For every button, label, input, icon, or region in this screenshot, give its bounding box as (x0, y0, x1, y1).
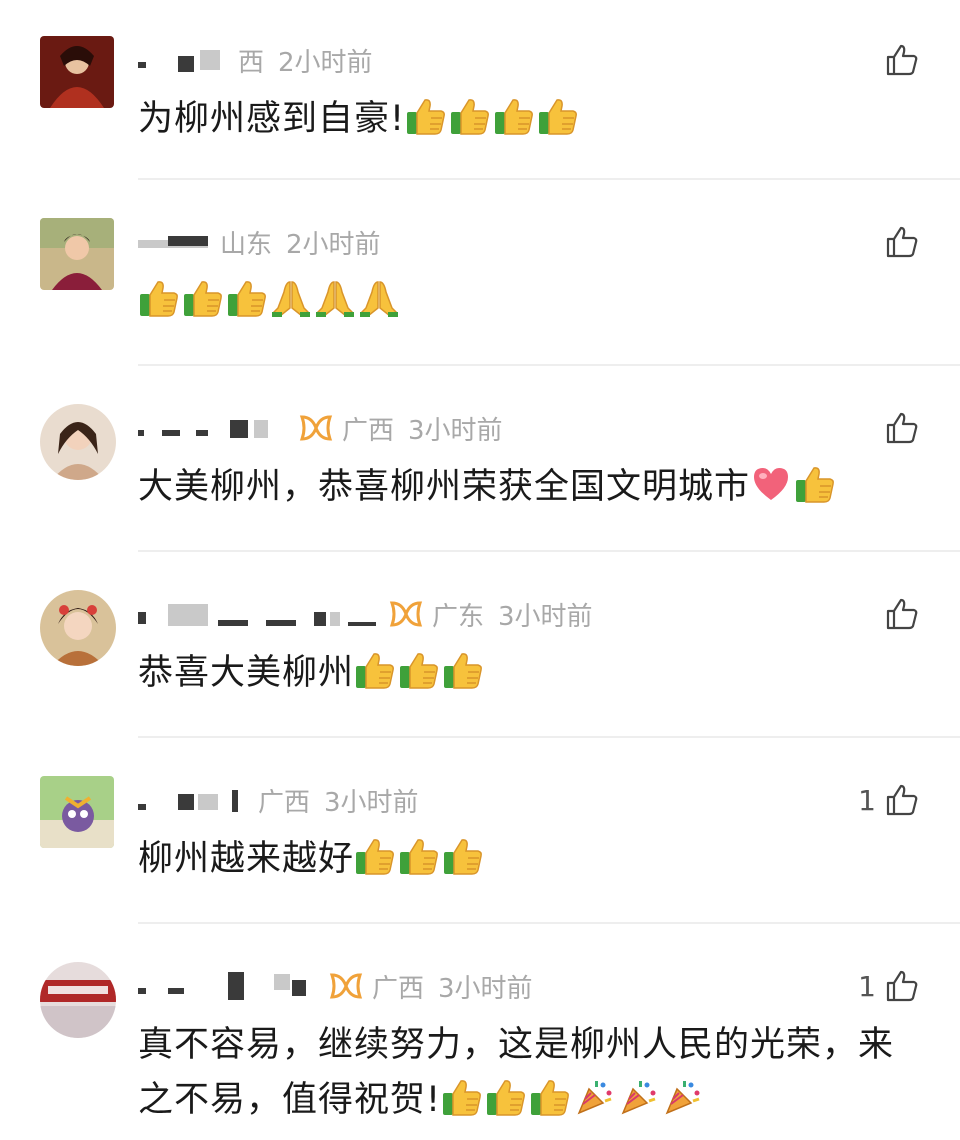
like-count: 1 (858, 783, 876, 817)
like-button[interactable] (876, 594, 920, 634)
comment-text-content: 大美柳州，恭喜柳州荣获全国文明城市 (138, 467, 751, 507)
username-redacted (138, 966, 318, 1006)
comment-item: 西 2小时前 为柳州感到自豪! (0, 0, 960, 180)
thumbs-up-emoji-icon (485, 1077, 527, 1117)
emoji-group (441, 1080, 705, 1120)
comment-meta: 西 2小时前 (138, 40, 373, 80)
thumbs-up-emoji-icon (442, 836, 484, 876)
thumbs-up-outline-icon (886, 784, 918, 816)
divider (138, 736, 960, 738)
comment-meta: 广西 3小时前 (138, 966, 533, 1006)
vip-badge-icon (328, 971, 364, 1001)
comment-item: 广西 3小时前 1 真不容易，继续努力，这是柳州人民的光荣，来之不易，值得祝贺! (0, 926, 960, 1140)
comment-meta: 广西 3小时前 (138, 780, 419, 820)
comment-text: 真不容易，继续努力，这是柳州人民的光荣，来之不易，值得祝贺! (138, 1018, 908, 1128)
thumbs-up-emoji-icon (537, 96, 579, 136)
thumbs-up-emoji-icon (354, 650, 396, 690)
thumbs-up-emoji-icon (794, 464, 836, 504)
thumbs-up-outline-icon (886, 598, 918, 630)
username-redacted (138, 594, 378, 634)
thumbs-up-outline-icon (886, 970, 918, 1002)
divider (138, 922, 960, 924)
comment-meta: 广西 3小时前 (138, 408, 503, 448)
timestamp: 2小时前 (286, 229, 381, 260)
pray-emoji-icon (314, 278, 356, 318)
emoji-group (354, 839, 486, 879)
avatar[interactable] (40, 218, 114, 290)
avatar[interactable] (40, 404, 116, 480)
thumbs-up-emoji-icon (405, 96, 447, 136)
timestamp: 2小时前 (278, 47, 373, 78)
thumbs-up-emoji-icon (449, 96, 491, 136)
timestamp: 3小时前 (498, 601, 593, 632)
region-label: 广东 (432, 601, 485, 632)
thumbs-up-emoji-icon (398, 836, 440, 876)
comment-text-content: 为柳州感到自豪! (138, 99, 406, 139)
emoji-group (405, 99, 581, 139)
pray-emoji-icon (270, 278, 312, 318)
username-redacted (138, 222, 210, 262)
comment-item: 广东 3小时前 恭喜大美柳州 (0, 554, 960, 738)
thumbs-up-emoji-icon (529, 1077, 571, 1117)
thumbs-up-emoji-icon (441, 1077, 483, 1117)
thumbs-up-emoji-icon (182, 278, 224, 318)
avatar[interactable] (40, 36, 114, 108)
username-redacted (138, 40, 228, 80)
emoji-group (138, 281, 402, 321)
timestamp: 3小时前 (324, 787, 419, 818)
party-popper-emoji-icon (573, 1077, 615, 1117)
vip-badge-icon (388, 599, 424, 629)
like-button[interactable] (876, 40, 920, 80)
pray-emoji-icon (358, 278, 400, 318)
avatar[interactable] (40, 962, 116, 1038)
username-redacted (138, 780, 248, 820)
comment-text: 恭喜大美柳州 (138, 646, 908, 701)
region-label: 广西 (342, 415, 395, 446)
like-button[interactable]: 1 (858, 966, 920, 1006)
comment-item: 广西 3小时前 大美柳州，恭喜柳州荣获全国文明城市 (0, 368, 960, 552)
like-button[interactable] (876, 408, 920, 448)
comment-text-content: 柳州越来越好 (138, 839, 355, 879)
thumbs-up-emoji-icon (398, 650, 440, 690)
username-redacted (138, 408, 288, 448)
comment-text: 柳州越来越好 (138, 832, 908, 887)
emoji-group (750, 467, 838, 507)
region-label: 山东 (220, 229, 273, 260)
region-label: 广西 (372, 973, 425, 1004)
vip-badge-icon (298, 413, 334, 443)
like-button[interactable]: 1 (858, 780, 920, 820)
divider (138, 178, 960, 180)
comment-meta: 广东 3小时前 (138, 594, 593, 634)
comment-meta: 山东 2小时前 (138, 222, 381, 262)
party-popper-emoji-icon (661, 1077, 703, 1117)
comment-text (138, 274, 908, 329)
thumbs-up-emoji-icon (226, 278, 268, 318)
party-popper-emoji-icon (617, 1077, 659, 1117)
thumbs-up-emoji-icon (138, 278, 180, 318)
like-button[interactable] (876, 222, 920, 262)
avatar[interactable] (40, 590, 116, 666)
like-count: 1 (858, 969, 876, 1003)
emoji-group (354, 653, 486, 693)
region-label: 广西 (258, 787, 311, 818)
comment-text-content: 恭喜大美柳州 (138, 653, 355, 693)
divider (138, 364, 960, 366)
comment-text: 为柳州感到自豪! (138, 92, 908, 147)
region-label: 西 (238, 47, 265, 78)
thumbs-up-outline-icon (886, 44, 918, 76)
thumbs-up-outline-icon (886, 412, 918, 444)
timestamp: 3小时前 (438, 973, 533, 1004)
divider (138, 550, 960, 552)
comment-text: 大美柳州，恭喜柳州荣获全国文明城市 (138, 460, 908, 515)
thumbs-up-emoji-icon (493, 96, 535, 136)
heart-emoji-icon (750, 464, 792, 504)
timestamp: 3小时前 (408, 415, 503, 446)
avatar[interactable] (40, 776, 114, 848)
thumbs-up-emoji-icon (442, 650, 484, 690)
thumbs-up-emoji-icon (354, 836, 396, 876)
comment-item: 广西 3小时前 1 柳州越来越好 (0, 740, 960, 924)
thumbs-up-outline-icon (886, 226, 918, 258)
comment-item: 山东 2小时前 (0, 182, 960, 366)
